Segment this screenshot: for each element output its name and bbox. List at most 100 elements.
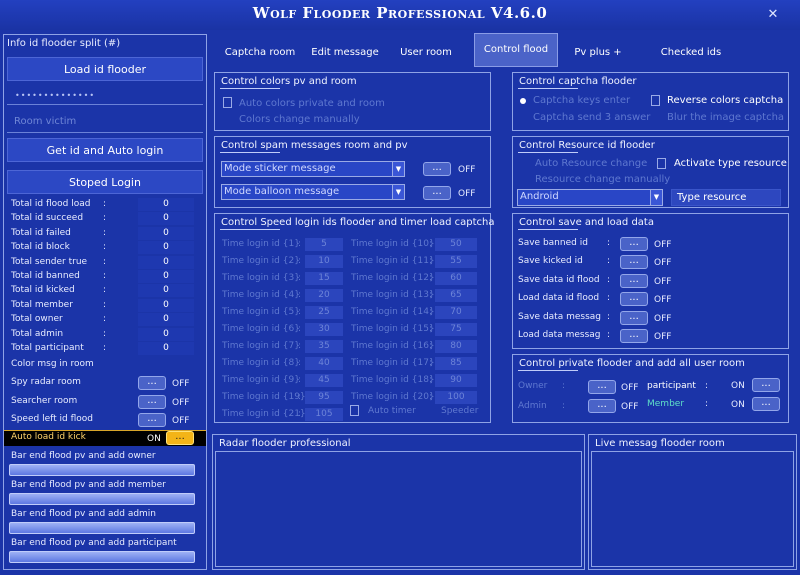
time-login-value[interactable]: 90 <box>435 374 477 387</box>
time-login-value[interactable]: 10 <box>305 255 343 268</box>
password-field[interactable]: •••••••••••••• <box>15 91 95 100</box>
save-item-colon: : <box>607 293 611 304</box>
activate-type-label: Activate type resource <box>674 158 787 169</box>
time-login-value[interactable]: 105 <box>305 408 343 421</box>
save-item-colon: : <box>607 256 611 267</box>
time-login-value[interactable]: 85 <box>435 357 477 370</box>
time-login-colon: : <box>298 239 302 249</box>
tab-edit-message[interactable]: Edit message <box>309 44 381 62</box>
tab-control-flood[interactable]: Control flood <box>474 33 558 67</box>
time-login-value[interactable]: 55 <box>435 255 477 268</box>
time-login-value[interactable]: 25 <box>305 306 343 319</box>
auto-kick-toggle-button[interactable]: ... <box>166 431 194 445</box>
stat-label: Total id flood load <box>11 199 91 209</box>
stoped-login-button[interactable]: Stoped Login <box>7 170 203 194</box>
auto-timer-checkbox[interactable] <box>350 405 359 416</box>
load-id-flooder-button[interactable]: Load id flooder <box>7 57 203 81</box>
activate-type-checkbox[interactable] <box>657 158 666 169</box>
time-login-colon: : <box>298 392 302 402</box>
room-victim-input[interactable]: Room victim <box>14 116 76 127</box>
stat-value: 0 <box>138 298 194 312</box>
owner-toggle-button[interactable]: ... <box>588 380 616 394</box>
tab-captcha-room[interactable]: Captcha room <box>222 44 298 62</box>
balloon-mode-select[interactable]: Mode balloon message ▼ <box>221 184 405 200</box>
tab-checked-ids[interactable]: Checked ids <box>656 44 726 62</box>
time-login-label: Time login id {18} <box>351 375 435 385</box>
sticker-settings-button[interactable]: ... <box>423 162 451 176</box>
time-login-value[interactable]: 15 <box>305 272 343 285</box>
time-login-value[interactable]: 65 <box>435 289 477 302</box>
save-item-button[interactable]: ... <box>620 273 648 288</box>
time-login-value[interactable]: 100 <box>435 391 477 404</box>
stat-colon: : <box>103 271 107 281</box>
time-login-label: Time login id {1} <box>222 239 300 249</box>
member-toggle-button[interactable]: ... <box>752 397 780 411</box>
blur-captcha-label: Blur the image captcha <box>667 112 785 123</box>
save-item-state: OFF <box>654 240 672 250</box>
save-item-button[interactable]: ... <box>620 329 648 343</box>
sticker-mode-select[interactable]: Mode sticker message ▼ <box>221 161 405 177</box>
bar-label: Bar end flood pv and add participant <box>11 538 177 548</box>
tab-pv-plus[interactable]: Pv plus + <box>570 44 626 62</box>
time-login-value[interactable]: 70 <box>435 306 477 319</box>
radar-panel-title: Radar flooder professional <box>219 438 351 449</box>
admin-toggle-button[interactable]: ... <box>588 399 616 413</box>
time-login-value[interactable]: 30 <box>305 323 343 336</box>
time-login-value[interactable]: 60 <box>435 272 477 285</box>
auto-timer-label: Auto timer <box>368 406 416 416</box>
toggle-state: OFF <box>172 379 190 389</box>
resource-manual-label: Resource change manually <box>535 174 671 185</box>
save-item-button[interactable]: ... <box>620 292 648 307</box>
type-resource-field[interactable]: Type resource <box>671 189 781 206</box>
save-item-state: OFF <box>654 295 672 306</box>
toggle-button[interactable]: ... <box>138 413 166 427</box>
balloon-settings-button[interactable]: ... <box>423 186 451 200</box>
admin-state: OFF <box>621 402 639 412</box>
spam-panel-title: Control spam messages room and pv <box>221 140 408 151</box>
time-login-value[interactable]: 45 <box>305 374 343 387</box>
time-login-colon: : <box>298 324 302 334</box>
time-login-value[interactable]: 80 <box>435 340 477 353</box>
stat-colon: : <box>103 285 107 296</box>
toggle-button[interactable]: ... <box>138 376 166 390</box>
time-login-value[interactable]: 40 <box>305 357 343 370</box>
auto-colors-checkbox[interactable] <box>223 97 232 108</box>
save-item-button[interactable]: ... <box>620 255 648 270</box>
toggle-state: OFF <box>172 416 190 426</box>
save-item-button[interactable]: ... <box>620 237 648 251</box>
time-login-value[interactable]: 20 <box>305 289 343 302</box>
save-item-label: Load data id flood <box>518 293 600 304</box>
time-login-label: Time login id {2} <box>222 256 300 266</box>
time-login-colon: : <box>298 307 302 317</box>
resource-select[interactable]: Android ▼ <box>517 189 663 206</box>
time-login-value[interactable]: 95 <box>305 391 343 404</box>
stat-label: Total id banned <box>11 271 80 281</box>
save-item-label: Save banned id <box>518 238 588 248</box>
save-item-button[interactable]: ... <box>620 310 648 325</box>
reverse-colors-checkbox[interactable] <box>651 95 660 106</box>
get-id-auto-login-button[interactable]: Get id and Auto login <box>7 138 203 162</box>
colors-panel-title: Control colors pv and room <box>221 76 357 87</box>
toggle-label: Speed left id flood <box>11 414 93 424</box>
panel-title-underline <box>220 229 280 230</box>
time-login-value[interactable]: 50 <box>435 238 477 251</box>
app-title: Wolf Flooder Professional V4.6.0 <box>252 4 548 22</box>
panel-title-underline <box>518 229 578 230</box>
toggle-button[interactable]: ... <box>138 394 166 409</box>
stat-value: 0 <box>138 342 194 355</box>
resource-panel-title: Control Resource id flooder <box>519 140 655 151</box>
captcha-keys-radio[interactable] <box>520 98 526 104</box>
tab-user-room[interactable]: User room <box>396 44 456 62</box>
participant-colon: : <box>705 381 709 391</box>
progress-bar <box>9 522 195 534</box>
time-login-colon: : <box>298 358 302 368</box>
bar-label: Bar end flood pv and add member <box>11 480 166 490</box>
participant-toggle-button[interactable]: ... <box>752 378 780 392</box>
time-login-label: Time login id {4} <box>222 290 300 300</box>
time-login-value[interactable]: 75 <box>435 323 477 336</box>
save-item-state: OFF <box>654 332 672 342</box>
participant-label: participant <box>647 381 696 391</box>
close-icon[interactable]: ✕ <box>764 6 782 24</box>
time-login-value[interactable]: 5 <box>305 238 343 251</box>
time-login-value[interactable]: 35 <box>305 340 343 353</box>
